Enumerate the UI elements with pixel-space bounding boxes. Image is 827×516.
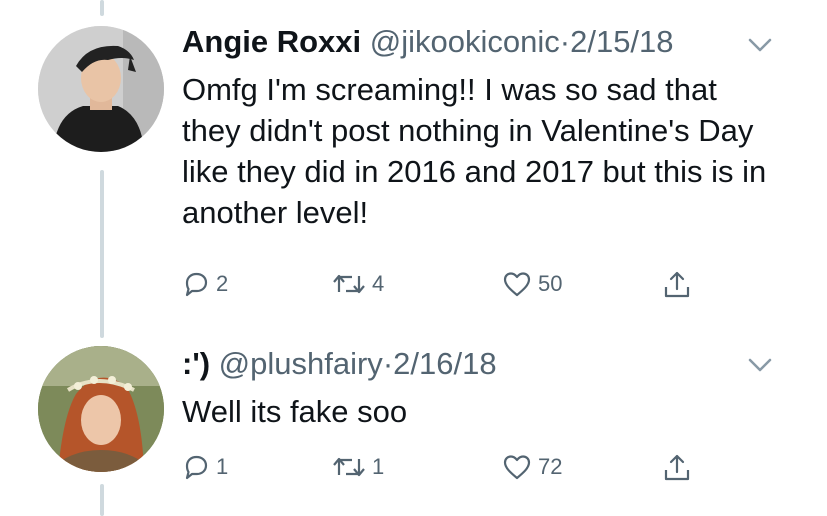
tweet-actions: 2 4 50 — [182, 270, 722, 306]
chevron-down-icon[interactable] — [747, 36, 773, 54]
retweet-icon — [333, 457, 365, 477]
avatar-image — [38, 346, 164, 472]
thread-line-top — [100, 0, 104, 16]
avatar[interactable] — [38, 26, 164, 152]
thread-line-bottom — [100, 484, 104, 516]
retweet-count: 4 — [372, 271, 385, 296]
tweet-date[interactable]: 2/16/18 — [393, 346, 496, 381]
like-icon — [503, 272, 531, 297]
retweet-button[interactable]: 4 — [332, 270, 384, 298]
chevron-down-icon[interactable] — [747, 356, 773, 374]
retweet-icon — [333, 274, 365, 294]
reply-button[interactable]: 2 — [182, 270, 228, 298]
like-button[interactable]: 72 — [502, 453, 562, 481]
retweet-button[interactable]: 1 — [332, 453, 384, 481]
reply-icon — [185, 455, 208, 480]
share-icon — [664, 271, 690, 298]
handle[interactable]: @plushfairy — [219, 346, 383, 381]
display-name[interactable]: :') — [182, 346, 210, 381]
avatar-image — [38, 26, 164, 152]
separator-dot: · — [382, 346, 394, 381]
retweet-count: 1 — [372, 454, 385, 479]
share-button[interactable] — [662, 270, 692, 300]
reply-count: 2 — [216, 271, 229, 296]
tweet-text: Well its fake soo — [182, 394, 408, 429]
separator-dot: · — [559, 24, 571, 59]
avatar[interactable] — [38, 346, 164, 472]
reply-icon — [185, 272, 208, 297]
handle[interactable]: @jikookiconic — [370, 24, 560, 59]
tweet-header: Angie Roxxi @jikookiconic·2/15/18 — [182, 24, 674, 60]
reply-count: 1 — [216, 454, 229, 479]
share-icon — [664, 454, 690, 481]
tweet-text: Omfg I'm screaming!! I was so sad that t… — [182, 72, 767, 230]
like-button[interactable]: 50 — [502, 270, 562, 298]
like-icon — [503, 455, 531, 480]
tweet-header: :') @plushfairy·2/16/18 — [182, 346, 497, 382]
tweet-actions: 1 1 72 — [182, 453, 722, 489]
reply-button[interactable]: 1 — [182, 453, 228, 481]
like-count: 72 — [538, 454, 563, 479]
display-name[interactable]: Angie Roxxi — [182, 24, 361, 59]
tweet-date[interactable]: 2/15/18 — [570, 24, 673, 59]
share-button[interactable] — [662, 453, 692, 483]
thread-line-middle — [100, 170, 104, 338]
like-count: 50 — [538, 271, 563, 296]
